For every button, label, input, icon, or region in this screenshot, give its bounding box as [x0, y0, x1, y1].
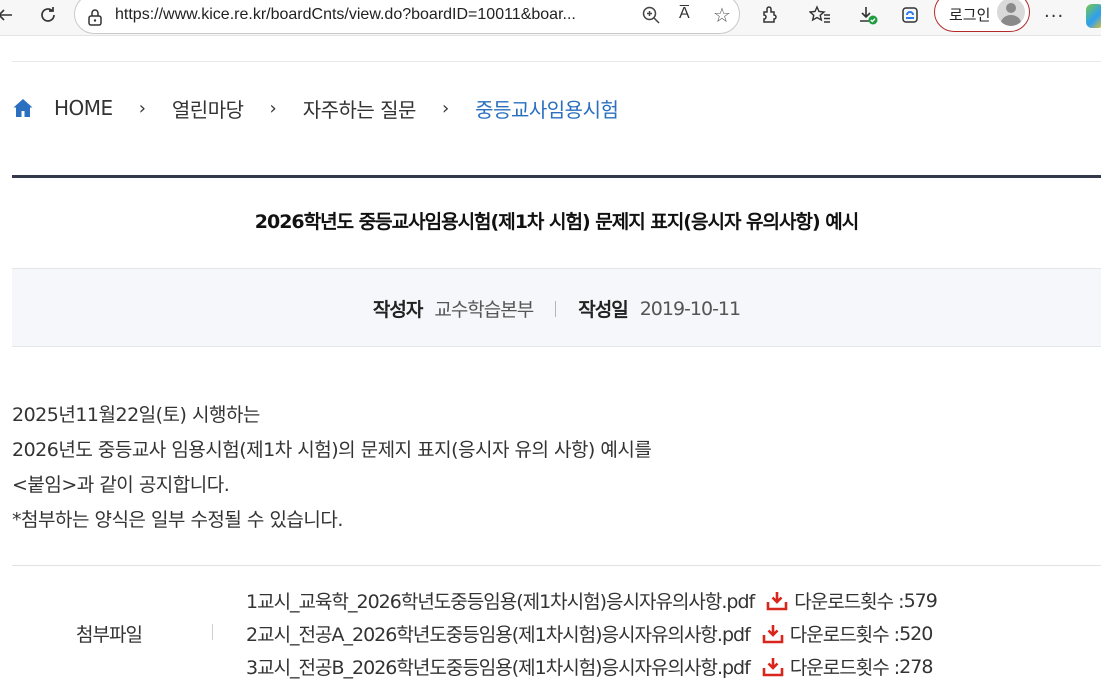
- home-icon[interactable]: [12, 97, 34, 119]
- attachment-row: 1교시_교육학_2026학년도중등임용(제1차시험)응시자유의사항.pdf 다운…: [246, 584, 938, 617]
- download-count: 520: [899, 622, 933, 645]
- copilot-icon[interactable]: [1086, 4, 1101, 28]
- breadcrumb-current[interactable]: 중등교사임용시험: [475, 94, 619, 123]
- collections-icon[interactable]: [898, 2, 922, 28]
- attachments-divider: [12, 565, 1101, 566]
- title-divider: [12, 175, 1101, 178]
- login-label: 로그인: [949, 6, 991, 24]
- body-line: 2026년도 중등교사 임용시험(제1차 시험)의 문제지 표지(응시자 유의 …: [12, 439, 652, 461]
- date-label: 작성일: [578, 299, 628, 321]
- chevron-right-icon: ›: [441, 97, 450, 119]
- chevron-right-icon: ›: [269, 97, 277, 119]
- top-divider: [12, 61, 1101, 62]
- download-icon[interactable]: [766, 591, 788, 611]
- zoom-icon[interactable]: [641, 5, 661, 29]
- attachments-label-divider: [212, 624, 213, 640]
- post-body: 2025년11월22일(토) 시행하는 2026년도 중등교사 임용시험(제1차…: [12, 398, 1092, 538]
- attachment-link[interactable]: 3교시_전공B_2026학년도중등임용(제1차시험)응시자유의사항.pdf: [246, 653, 751, 680]
- download-count: 278: [899, 655, 933, 678]
- breadcrumb-faq[interactable]: 자주하는 질문: [303, 94, 417, 123]
- url-text[interactable]: https://www.kice.re.kr/boardCnts/view.do…: [115, 6, 576, 24]
- avatar: [997, 0, 1025, 26]
- body-line: 2025년11월22일(토) 시행하는: [12, 404, 260, 426]
- download-count: 579: [903, 589, 938, 612]
- breadcrumb: HOME › 열린마당 › 자주하는 질문 › 중등교사임용시험: [12, 92, 619, 124]
- address-bar[interactable]: https://www.kice.re.kr/boardCnts/view.do…: [74, 0, 740, 34]
- breadcrumb-open-forum[interactable]: 열린마당: [172, 94, 244, 123]
- attachment-list: 1교시_교육학_2026학년도중등임용(제1차시험)응시자유의사항.pdf 다운…: [246, 584, 938, 683]
- download-count-label: 다운로드횟수 :: [794, 591, 904, 613]
- chevron-right-icon: ›: [138, 97, 146, 119]
- extensions-icon[interactable]: [758, 2, 782, 28]
- breadcrumb-home[interactable]: HOME: [54, 96, 113, 120]
- body-line: *첨부하는 양식은 일부 수정될 수 있습니다.: [12, 509, 343, 531]
- author-value: 교수학습본부: [434, 299, 534, 321]
- lock-icon[interactable]: [87, 8, 103, 26]
- post-title: 2026학년도 중등교사임용시험(제1차 시험) 문제지 표지(응시자 유의사항…: [254, 211, 859, 233]
- download-icon[interactable]: [762, 657, 784, 677]
- read-aloud-icon[interactable]: A̅: [679, 5, 690, 23]
- downloads-icon[interactable]: [856, 2, 880, 28]
- attachment-link[interactable]: 2교시_전공A_2026학년도중등임용(제1차시험)응시자유의사항.pdf: [246, 620, 751, 647]
- attachment-link[interactable]: 1교시_교육학_2026학년도중등임용(제1차시험)응시자유의사항.pdf: [246, 587, 755, 614]
- back-icon[interactable]: [0, 2, 16, 28]
- attachment-row: 2교시_전공A_2026학년도중등임용(제1차시험)응시자유의사항.pdf 다운…: [246, 617, 937, 650]
- attachment-row: 3교시_전공B_2026학년도중등임용(제1차시험)응시자유의사항.pdf 다운…: [246, 650, 937, 683]
- download-count-label: 다운로드횟수 :: [789, 657, 900, 679]
- login-button[interactable]: 로그인: [934, 0, 1030, 32]
- meta-divider: [555, 300, 557, 317]
- author-label: 작성자: [372, 299, 423, 321]
- browser-toolbar: https://www.kice.re.kr/boardCnts/view.do…: [0, 0, 1101, 36]
- date-value: 2019-10-11: [639, 297, 741, 320]
- attachments-label: 첨부파일: [76, 624, 143, 646]
- body-line: <붙임>과 같이 공지합니다.: [12, 474, 230, 496]
- refresh-icon[interactable]: [36, 2, 60, 28]
- download-icon[interactable]: [762, 624, 784, 644]
- download-count-label: 다운로드횟수 :: [789, 624, 900, 646]
- more-icon[interactable]: ···: [1044, 6, 1064, 27]
- favorite-star-icon[interactable]: ☆: [713, 3, 731, 27]
- post-meta: 작성자 교수학습본부 작성일 2019-10-11: [12, 268, 1101, 347]
- favorites-icon[interactable]: [808, 2, 832, 28]
